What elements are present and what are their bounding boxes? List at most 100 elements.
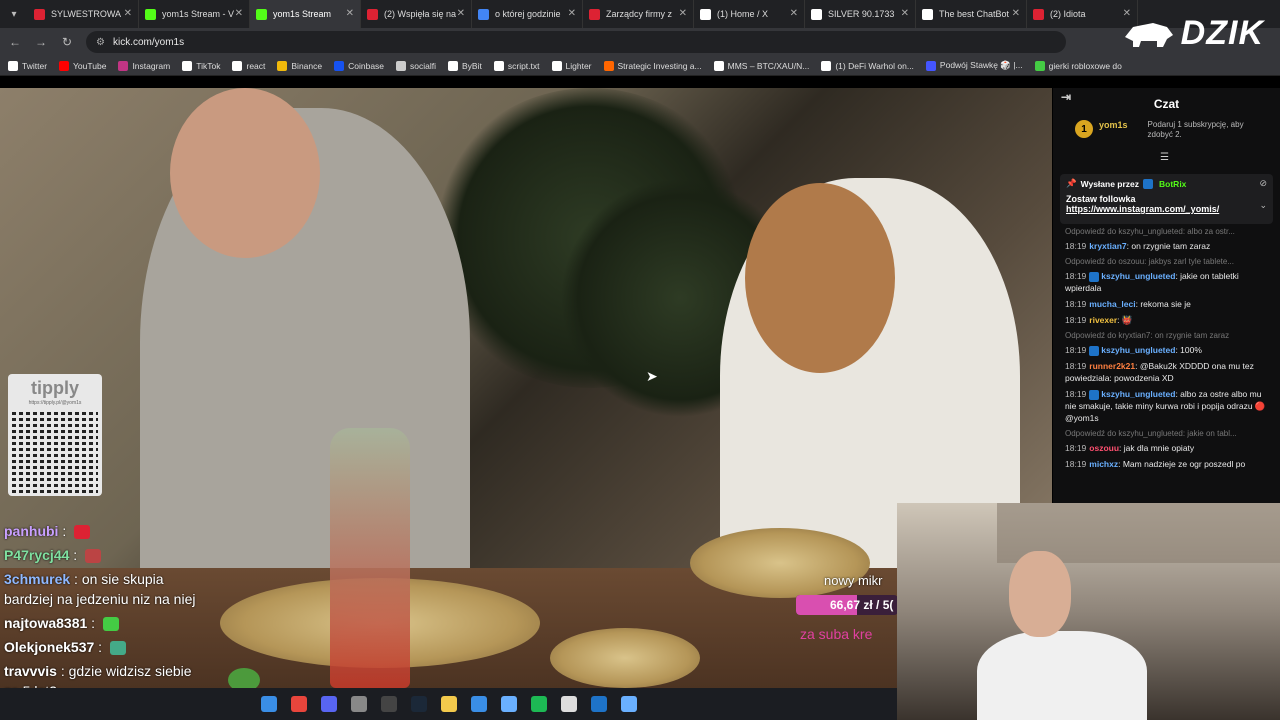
chat-messages: Odpowiedź do kszyhu_unglueted: albo za o… [1065, 226, 1275, 474]
windows-start-icon[interactable] [260, 696, 277, 712]
notepad-icon[interactable] [620, 696, 637, 712]
overlay-chat-line: najtowa8381 : [0, 611, 200, 635]
bookmark-item[interactable]: socialfi [396, 60, 436, 71]
browser-tab[interactable]: SYLWESTROWA S ✕ [28, 0, 139, 28]
qr-code-icon [12, 409, 98, 493]
message-username[interactable]: michxz [1089, 459, 1118, 469]
message-timestamp: 18:19 [1065, 443, 1087, 453]
site-info-icon[interactable]: ⚙ [96, 37, 105, 48]
spotify-icon[interactable] [530, 696, 547, 712]
browser-tab[interactable]: (1) Home / X ✕ [694, 0, 805, 28]
message-text: 👹 [1121, 315, 1133, 325]
message-text: on rzygnie tam zaraz [1131, 241, 1211, 251]
browser-tab[interactable]: SILVER 90.1733 ✕ [805, 0, 916, 28]
discord-icon[interactable] [320, 696, 337, 712]
tab-favicon-icon [478, 8, 489, 20]
gift-sub-box[interactable]: 1 yom1s Podaruj 1 subskrypcję, aby zdoby… [1075, 120, 1258, 140]
network-icon[interactable] [500, 696, 517, 712]
overlay-chat-user: travvvis [4, 663, 57, 679]
browser-tab[interactable]: (2) Idiota ✕ [1027, 0, 1138, 28]
goal-subtitle: za suba kre [800, 626, 873, 642]
refresh-app-icon[interactable] [470, 696, 487, 712]
bookmark-item[interactable]: Binance [277, 60, 322, 71]
browser-tab[interactable]: yom1s Stream ✕ [250, 0, 361, 28]
url-field[interactable]: ⚙ kick.com/yom1s [86, 31, 1066, 53]
message-username[interactable]: kszyhu_unglueted [1101, 345, 1175, 355]
chevron-down-icon[interactable]: ⌄ [1259, 200, 1267, 211]
browser-tab[interactable]: o której godzinie ✕ [472, 0, 583, 28]
message-username[interactable]: oszouu [1089, 443, 1119, 453]
bookmark-item[interactable]: Coinbase [334, 60, 384, 71]
guest-head [745, 183, 895, 373]
unpin-icon[interactable]: ⊘ [1259, 178, 1267, 189]
bookmark-item[interactable]: YouTube [59, 60, 106, 71]
boar-icon [1124, 22, 1173, 47]
tab-close-icon[interactable]: ✕ [235, 8, 243, 19]
reply-context: Odpowiedź do kryxtian7: on rzygnie tam z… [1065, 331, 1230, 340]
bookmark-item[interactable]: MMS – BTC/XAU/N... [713, 60, 809, 71]
tab-list: SYLWESTROWA S ✕ yom1s Stream - V ✕ yom1s Str… [28, 0, 1138, 28]
tab-close-icon[interactable]: ✕ [901, 8, 909, 19]
message-username[interactable]: kszyhu_unglueted [1101, 271, 1175, 281]
tab-title: (1) Home / X [717, 9, 769, 19]
webcam-overlay [897, 503, 1280, 720]
tab-search-icon[interactable]: ▾ [0, 0, 28, 28]
collapse-chat-icon[interactable]: ⇥ [1061, 90, 1071, 104]
tab-close-icon[interactable]: ✕ [679, 8, 687, 19]
tab-close-icon[interactable]: ✕ [1012, 8, 1020, 19]
excel-like-icon[interactable] [590, 696, 607, 712]
message-username[interactable]: rivexer [1089, 315, 1117, 325]
bookmark-favicon-icon [603, 60, 614, 71]
tipply-qr-widget: tipply https://tipply.pl/@yom1s [8, 374, 102, 496]
dzik-logo-text: DZIK [1180, 14, 1264, 52]
bookmark-item[interactable]: script.txt [493, 60, 540, 71]
tab-close-icon[interactable]: ✕ [457, 8, 465, 19]
reload-icon[interactable]: ↻ [60, 35, 74, 49]
browser-tab[interactable]: Zarządcy firmy z ✕ [583, 0, 694, 28]
bookmark-item[interactable]: Lighter [551, 60, 592, 71]
bookmark-item[interactable]: Twitter [8, 60, 47, 71]
overlay-chat-separator: : [56, 663, 69, 679]
message-username[interactable]: kryxtian7 [1089, 241, 1126, 251]
tab-close-icon[interactable]: ✕ [124, 8, 132, 19]
bookmark-item[interactable]: (1) DeFi Warhol on... [821, 60, 914, 71]
bookmark-favicon-icon [8, 60, 18, 71]
media-icon[interactable] [560, 696, 577, 712]
tab-close-icon[interactable]: ✕ [568, 8, 576, 19]
filter-icon[interactable]: ☰ [1160, 152, 1169, 163]
message-username[interactable]: mucha_leci [1089, 299, 1135, 309]
pinned-link[interactable]: https://www.instagram.com/_yomis/ [1066, 204, 1267, 214]
bookmark-item[interactable]: gierki robloxowe do [1034, 60, 1122, 71]
chat-title: Czat [1153, 97, 1180, 111]
bookmark-item[interactable]: Instagram [118, 60, 170, 71]
browser-tab-strip: ▾ SYLWESTROWA S ✕ yom1s Stream - V ✕ yom1s S… [0, 0, 1280, 28]
obs-icon[interactable] [380, 696, 397, 712]
browser-tab[interactable]: yom1s Stream - V ✕ [139, 0, 250, 28]
tab-close-icon[interactable]: ✕ [790, 8, 798, 19]
bookmark-favicon-icon [396, 60, 407, 71]
bookmark-item[interactable]: Strategic Investing a... [603, 60, 702, 71]
forward-icon[interactable]: → [34, 35, 48, 49]
bookmark-item[interactable]: ByBit [448, 60, 482, 71]
browser-tab[interactable]: The best ChatBot ✕ [916, 0, 1027, 28]
message-username[interactable]: runner2k21 [1089, 361, 1135, 371]
bookmark-label: react [246, 60, 266, 71]
browser-tab[interactable]: (2) Wspięła się na ✕ [361, 0, 472, 28]
bookmark-favicon-icon [821, 60, 832, 71]
tab-close-icon[interactable]: ✕ [346, 8, 354, 19]
tipply-url: https://tipply.pl/@yom1s [28, 400, 82, 406]
message-username[interactable]: kszyhu_unglueted [1101, 389, 1175, 399]
tab-favicon-icon [589, 8, 600, 20]
bookmark-item[interactable]: TikTok [182, 60, 220, 71]
app-icon[interactable] [350, 696, 367, 712]
message-timestamp: 18:19 [1065, 315, 1087, 325]
chrome-icon[interactable] [290, 696, 307, 712]
user-badge-icon [1089, 345, 1100, 356]
bookmark-item[interactable]: Podwój Stawkę 🎲 |... [925, 60, 1023, 71]
tipply-logo: tipply [31, 378, 79, 398]
steam-icon[interactable] [410, 696, 427, 712]
back-icon[interactable]: ← [8, 35, 22, 49]
tab-title: yom1s Stream [273, 9, 332, 19]
folder-icon[interactable] [440, 696, 457, 712]
bookmark-item[interactable]: react [232, 60, 266, 71]
